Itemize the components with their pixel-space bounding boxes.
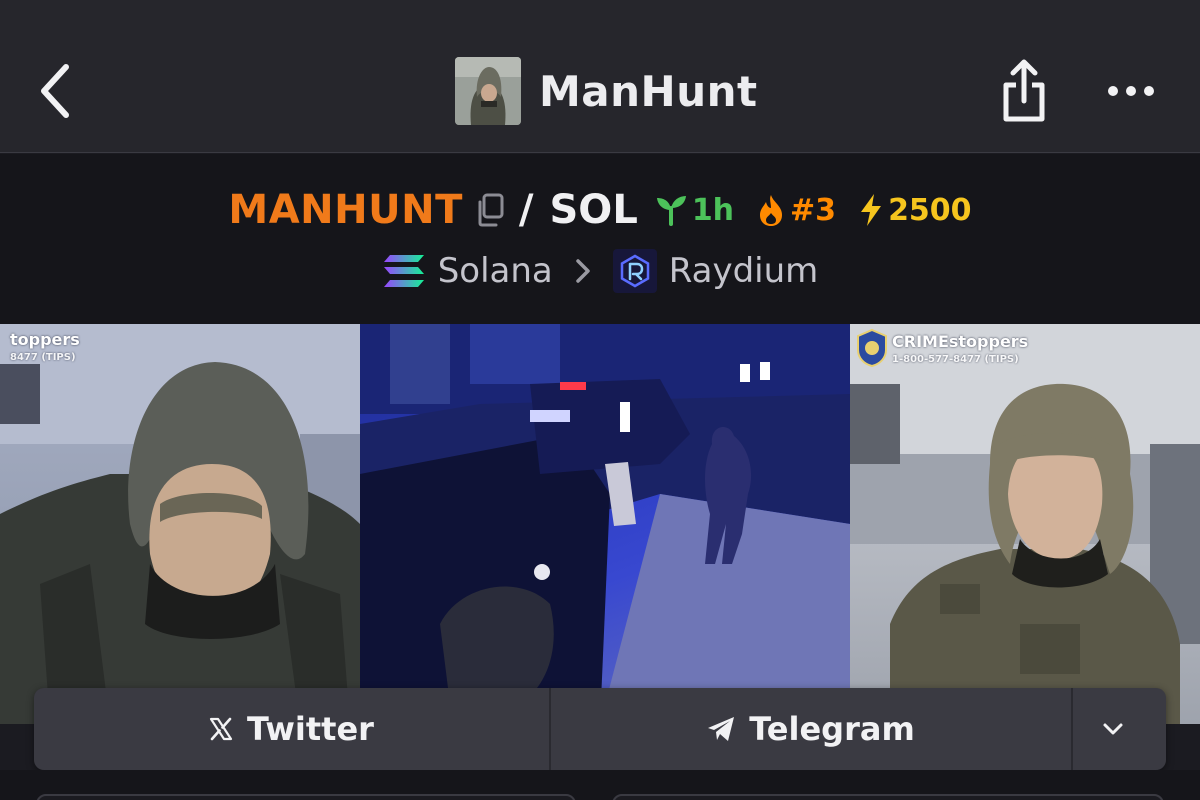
top-nav-bar: ManHunt xyxy=(0,0,1200,153)
x-logo-icon xyxy=(209,717,233,741)
nypd-badge-icon xyxy=(857,328,887,368)
pair-separator: / xyxy=(518,187,534,233)
next-row-button-right[interactable] xyxy=(612,794,1164,800)
pair-title-row: MANHUNT / SOL 1h #3 2500 xyxy=(0,182,1200,238)
more-links-dropdown[interactable] xyxy=(1073,688,1166,770)
banner-photo-center xyxy=(360,324,850,724)
page-title: ManHunt xyxy=(539,66,758,116)
twitter-link-button[interactable]: Twitter xyxy=(34,688,551,770)
copy-icon xyxy=(478,193,504,227)
pair-age-value: 1h xyxy=(691,192,735,228)
banner-photo-left: toppers 8477 (TIPS) xyxy=(0,324,360,724)
boost-value: 2500 xyxy=(888,192,972,228)
more-options-button[interactable] xyxy=(1100,70,1162,112)
chevron-left-icon xyxy=(41,64,69,118)
sprout-icon xyxy=(656,196,686,226)
banner-watermark-right: CRIMEstoppers xyxy=(892,332,1029,351)
banner-watermark-right-phone: 1-800-577-8477 (TIPS) xyxy=(892,354,1019,365)
chain-link-solana[interactable]: Solana xyxy=(438,251,553,291)
chevron-down-icon xyxy=(1103,723,1122,735)
copy-address-button[interactable] xyxy=(473,190,507,230)
token-title: ManHunt xyxy=(455,57,758,125)
banner-watermark-left-phone: 8477 (TIPS) xyxy=(10,352,76,363)
raydium-logo-icon xyxy=(612,249,657,293)
banner-watermark-left: toppers xyxy=(10,330,80,349)
flame-icon xyxy=(760,195,783,226)
quote-symbol: SOL xyxy=(549,187,638,233)
base-symbol: MANHUNT xyxy=(228,187,463,233)
pair-header: MANHUNT / SOL 1h #3 2500 Solana Raydium xyxy=(0,154,1200,324)
telegram-link-button[interactable]: Telegram xyxy=(551,688,1073,770)
trending-rank-value: #3 xyxy=(790,192,837,228)
lightning-icon xyxy=(861,194,882,226)
solana-logo-icon xyxy=(382,251,426,291)
telegram-link-label: Telegram xyxy=(749,710,915,748)
token-banner-image: toppers 8477 (TIPS) CRIMEstoppers 1-800-… xyxy=(0,324,1200,724)
dex-link-raydium[interactable]: Raydium xyxy=(669,251,819,291)
pair-age-badge: 1h xyxy=(654,193,734,228)
back-button[interactable] xyxy=(30,58,80,124)
token-avatar xyxy=(455,57,521,125)
share-button[interactable] xyxy=(996,56,1052,126)
chain-breadcrumb: Solana Raydium xyxy=(0,246,1200,296)
trending-rank-badge[interactable]: #3 xyxy=(756,193,836,228)
more-dots-icon xyxy=(1108,86,1154,96)
twitter-link-label: Twitter xyxy=(247,710,374,748)
share-icon xyxy=(1003,59,1045,122)
banner-photo-right: CRIMEstoppers 1-800-577-8477 (TIPS) xyxy=(850,324,1200,724)
boost-badge[interactable]: 2500 xyxy=(858,193,972,228)
social-links-bar: Twitter Telegram xyxy=(34,688,1166,770)
telegram-plane-icon xyxy=(708,717,735,741)
next-row-button-left[interactable] xyxy=(36,794,576,800)
chevron-right-icon xyxy=(575,258,591,284)
